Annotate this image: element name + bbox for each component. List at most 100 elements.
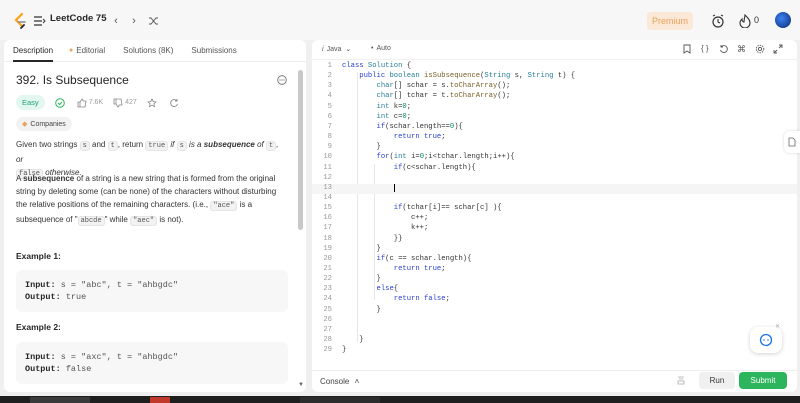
- code-line[interactable]: 25 }: [312, 306, 797, 316]
- line-number: 11: [323, 163, 332, 172]
- code-line[interactable]: 21 return true;: [312, 265, 797, 275]
- description-scrollbar[interactable]: [298, 70, 303, 230]
- output-value: true: [65, 292, 87, 302]
- code-line[interactable]: 4 char[] tchar = t.toCharArray();: [312, 92, 797, 102]
- line-content: char[] tchar = t.toCharArray();: [376, 92, 511, 101]
- page-title: 392. Is Subsequence: [16, 73, 129, 87]
- taskbar-item[interactable]: [300, 397, 380, 403]
- tab-editorial[interactable]: ● Editorial: [69, 40, 105, 62]
- code-line[interactable]: 9 }: [312, 143, 797, 153]
- line-number: 9: [327, 143, 332, 152]
- like-button[interactable]: 7.6K: [77, 98, 103, 108]
- streak-button[interactable]: [736, 12, 754, 30]
- next-problem-button[interactable]: ›: [126, 13, 142, 29]
- random-problem-button[interactable]: [146, 13, 162, 29]
- code-line[interactable]: 7 if(schar.length==0){: [312, 123, 797, 133]
- user-avatar[interactable]: [775, 12, 791, 28]
- inline-code: t: [107, 141, 118, 151]
- taskbar-item[interactable]: [30, 397, 90, 403]
- tab-label: Submissions: [191, 46, 237, 55]
- language-select[interactable]: i Java ⌄: [322, 45, 351, 54]
- example-1-box: Input: s = "abc", t = "ahbgdc" Output: t…: [16, 270, 288, 312]
- tab-submissions[interactable]: Submissions: [191, 40, 236, 62]
- favorite-button[interactable]: [146, 97, 159, 108]
- problem-list-icon[interactable]: [33, 14, 47, 28]
- code-line[interactable]: 24 return false;: [312, 295, 797, 305]
- console-toggle[interactable]: Console ˄: [320, 377, 359, 386]
- code-line[interactable]: 5 int k=0;: [312, 103, 797, 113]
- code-editor[interactable]: 1 class Solution {2 public boolean isSubs…: [312, 62, 797, 362]
- prev-problem-button[interactable]: ‹: [108, 13, 124, 29]
- code-line[interactable]: 13: [312, 183, 797, 194]
- code-line[interactable]: 10 for(int i=0;i<tchar.length;i++){: [312, 153, 797, 163]
- code-line[interactable]: 6 int c=0;: [312, 113, 797, 123]
- output-value: false: [65, 364, 92, 374]
- code-line[interactable]: 22 }: [312, 275, 797, 285]
- line-number: 26: [323, 315, 332, 324]
- tab-description[interactable]: Description: [13, 40, 54, 62]
- reset-code-icon[interactable]: [719, 44, 730, 55]
- line-number: 13: [323, 183, 332, 192]
- code-line[interactable]: 18 }}: [312, 235, 797, 245]
- line-number: 7: [327, 122, 332, 131]
- chat-bubble-icon: [759, 333, 773, 347]
- code-line[interactable]: 15 if(tchar[i]== schar[c] ){: [312, 204, 797, 214]
- text: is a: [186, 140, 204, 149]
- line-content: char[] schar = s.toCharArray();: [376, 82, 511, 91]
- code-line[interactable]: 3 char[] schar = s.toCharArray();: [312, 82, 797, 92]
- input-label: Input:: [25, 352, 56, 362]
- code-line[interactable]: 14: [312, 194, 797, 204]
- code-line[interactable]: 11 if(c<schar.length){: [312, 164, 797, 174]
- text: , return: [117, 140, 146, 149]
- code-line[interactable]: 8 return true;: [312, 133, 797, 143]
- tab-solutions[interactable]: Solutions (8K): [123, 40, 173, 62]
- code-line[interactable]: 28 }: [312, 336, 797, 346]
- submit-button[interactable]: Submit: [739, 372, 787, 389]
- line-content: }: [342, 346, 347, 355]
- line-number: 17: [323, 224, 332, 233]
- line-number: 18: [323, 234, 332, 243]
- line-number: 10: [323, 153, 332, 162]
- timer-button[interactable]: [709, 12, 727, 30]
- companies-tag[interactable]: ◆ Companies: [16, 117, 72, 131]
- code-line[interactable]: 27: [312, 326, 797, 336]
- code-line[interactable]: 29}: [312, 346, 797, 356]
- format-braces-icon[interactable]: { }: [701, 44, 712, 55]
- settings-icon[interactable]: [755, 44, 766, 55]
- output-label: Output:: [25, 364, 61, 374]
- problem-description-2: A subsequence of a string is a new strin…: [16, 172, 284, 228]
- dislikes-count: 427: [125, 99, 137, 106]
- dislike-button[interactable]: 427: [113, 98, 137, 108]
- problem-list-title[interactable]: LeetCode 75: [50, 13, 107, 24]
- chat-assistant-button[interactable]: [750, 327, 782, 353]
- code-line[interactable]: 20 if(c == schar.length){: [312, 255, 797, 265]
- inline-code: "ace": [210, 201, 238, 211]
- taskbar-item[interactable]: [150, 397, 170, 403]
- more-options-icon[interactable]: [277, 75, 287, 85]
- code-line[interactable]: 1 class Solution {: [312, 62, 797, 72]
- side-notes-tab[interactable]: [784, 131, 800, 153]
- code-line[interactable]: 2 public boolean isSubsequence(String s,…: [312, 72, 797, 82]
- line-number: 24: [323, 295, 332, 304]
- scroll-down-icon[interactable]: ▼: [298, 382, 304, 388]
- code-line[interactable]: 23 else{: [312, 285, 797, 295]
- bookmark-icon[interactable]: [682, 44, 693, 55]
- code-line[interactable]: 26: [312, 316, 797, 326]
- leetcode-logo-icon[interactable]: [13, 13, 27, 29]
- solved-check: [54, 97, 67, 108]
- code-line[interactable]: 12: [312, 174, 797, 184]
- code-line[interactable]: 16 c++;: [312, 214, 797, 224]
- check-circle-icon: [54, 97, 65, 108]
- run-button[interactable]: Run: [699, 372, 735, 389]
- upload-icon[interactable]: [676, 375, 686, 385]
- text: Given two strings: [16, 140, 80, 149]
- command-icon[interactable]: ⌘: [737, 44, 748, 55]
- code-line[interactable]: 19 }: [312, 245, 797, 255]
- code-line[interactable]: 17 k++;: [312, 224, 797, 234]
- premium-button[interactable]: Premium: [647, 12, 693, 30]
- reset-button[interactable]: [169, 98, 181, 108]
- language-label: Java: [326, 45, 342, 53]
- line-content: }: [342, 275, 381, 284]
- text: if: [168, 140, 177, 149]
- fullscreen-icon[interactable]: [773, 44, 784, 55]
